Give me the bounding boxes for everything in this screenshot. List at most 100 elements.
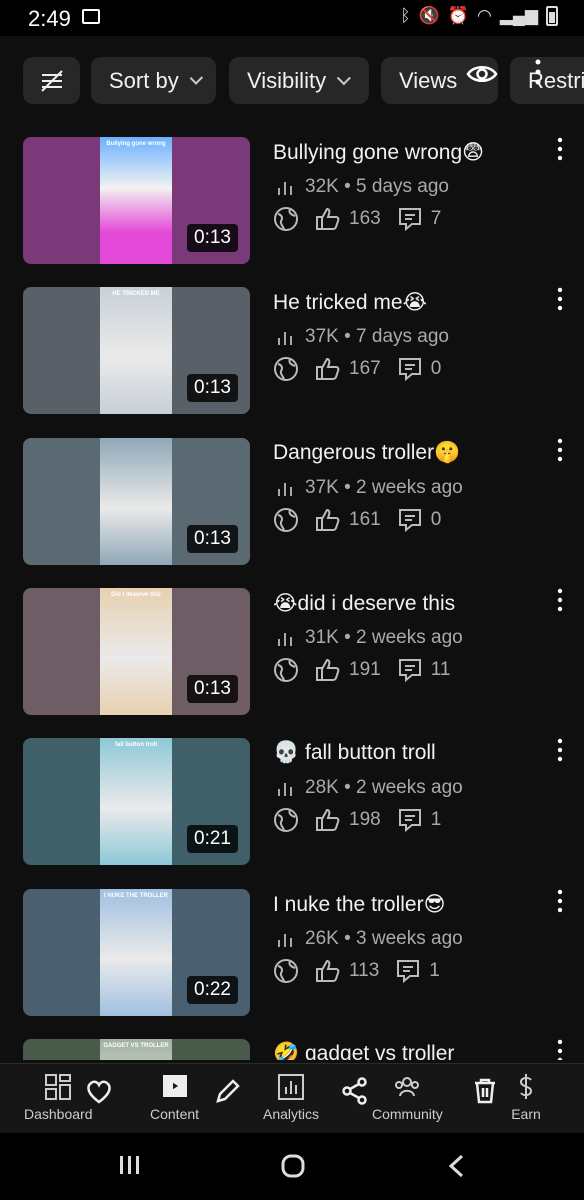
comment-icon: [398, 208, 421, 232]
comment-count: 7: [430, 208, 442, 229]
duration-badge: 0:22: [187, 976, 238, 1004]
thumbs-up-icon: [316, 808, 340, 831]
more-options-icon[interactable]: [556, 136, 564, 162]
globe-icon: [274, 658, 298, 682]
trash-icon[interactable]: [470, 1076, 500, 1106]
nav-earn[interactable]: Earn: [511, 1072, 541, 1122]
home-icon[interactable]: [280, 1153, 306, 1179]
status-icons: ᛒ 🔇 ⏰ ◠ ▂▄▆: [400, 6, 558, 26]
video-title[interactable]: 😭did i deserve this: [273, 591, 455, 616]
meta-separator: •: [338, 928, 357, 949]
views-label: Views: [399, 67, 458, 93]
duration-badge: 0:13: [187, 525, 238, 553]
video-title[interactable]: Bullying gone wrong😨: [273, 140, 484, 165]
video-meta: 37K • 2 weeks ago: [277, 477, 463, 499]
bar-chart-icon: [278, 483, 292, 496]
video-stats: 163 7: [273, 206, 457, 232]
nav-analytics-label: Analytics: [263, 1106, 320, 1122]
share-icon[interactable]: [340, 1076, 370, 1106]
upload-age: 7 days ago: [356, 326, 449, 347]
more-options-icon[interactable]: [556, 587, 564, 613]
content-icon: [162, 1075, 187, 1097]
more-options-icon[interactable]: [556, 437, 564, 463]
video-meta: 37K • 7 days ago: [277, 326, 449, 348]
video-title[interactable]: 💀 fall button troll: [273, 741, 436, 765]
restrictions-dropdown[interactable]: Restric: [510, 57, 584, 104]
thumbnail-image: HE TRICKED ME: [100, 287, 172, 414]
eye-icon[interactable]: [466, 63, 498, 85]
thumbs-up-icon: [316, 959, 340, 982]
chevron-down-icon: [189, 70, 204, 85]
bluetooth-icon: ᛒ: [400, 6, 411, 25]
meta-separator: •: [338, 326, 357, 347]
visibility-label: Visibility: [247, 67, 327, 93]
video-row[interactable]: I NUKE THE TROLLER 0:22 I nuke the troll…: [0, 882, 584, 1032]
meta-separator: •: [338, 477, 357, 498]
nav-earn-label: Earn: [511, 1106, 541, 1122]
more-options-icon[interactable]: [556, 286, 564, 312]
video-title[interactable]: I nuke the troller😎: [273, 892, 445, 917]
more-options-icon[interactable]: [534, 58, 542, 86]
thumbnail-caption: fall button troll: [115, 742, 157, 748]
filter-button[interactable]: [23, 57, 80, 104]
more-options-icon[interactable]: [556, 888, 564, 914]
nav-content-label: Content: [150, 1106, 200, 1122]
upload-age: 3 weeks ago: [356, 928, 463, 949]
earn-icon: [519, 1074, 533, 1099]
nav-analytics[interactable]: Analytics: [263, 1072, 319, 1122]
duration-badge: 0:13: [187, 224, 238, 252]
video-row[interactable]: fall button troll 0:21 💀 fall button tro…: [0, 731, 584, 881]
video-meta: 31K • 2 weeks ago: [277, 627, 463, 649]
thumbnail-caption: Bullying gone wrong: [106, 141, 166, 147]
mute-icon: 🔇: [418, 6, 440, 25]
visibility-dropdown[interactable]: Visibility: [229, 57, 369, 104]
gallery-notification-icon: [82, 9, 100, 24]
bar-chart-icon: [278, 783, 292, 796]
thumbnail-image: I NUKE THE TROLLER: [100, 889, 172, 1016]
community-icon: [395, 1077, 420, 1097]
comment-count: 11: [430, 659, 451, 680]
comment-count: 1: [430, 809, 442, 830]
video-thumbnail[interactable]: HE TRICKED ME 0:13: [23, 287, 250, 414]
back-icon[interactable]: [446, 1153, 466, 1179]
duration-badge: 0:21: [187, 825, 238, 853]
nav-community[interactable]: Community: [372, 1072, 443, 1122]
video-stats: 191 11: [273, 657, 466, 683]
video-thumbnail[interactable]: Bullying gone wrong 0:13: [23, 137, 250, 264]
video-thumbnail[interactable]: GADGET VS TROLLER: [23, 1039, 250, 1060]
comment-icon: [398, 509, 421, 533]
duration-badge: 0:13: [187, 675, 238, 703]
video-row[interactable]: GADGET VS TROLLER 🤣 gadget vs troller: [0, 1032, 584, 1060]
status-time: 2:49: [28, 6, 71, 31]
video-row[interactable]: HE TRICKED ME 0:13 He tricked me😭 37K • …: [0, 280, 584, 430]
bar-chart-icon: [278, 182, 292, 195]
view-count: 37K: [305, 326, 339, 347]
comment-icon: [398, 809, 421, 833]
video-thumbnail[interactable]: Did I deserve this 0:13: [23, 588, 250, 715]
video-thumbnail[interactable]: fall button troll 0:21: [23, 738, 250, 865]
video-row[interactable]: Did I deserve this 0:13 😭did i deserve t…: [0, 581, 584, 731]
more-options-icon[interactable]: [556, 737, 564, 763]
comment-count: 0: [430, 358, 442, 379]
filter-icon: [40, 69, 63, 92]
video-title[interactable]: He tricked me😭: [273, 290, 427, 315]
video-row[interactable]: Bullying gone wrong 0:13 Bullying gone w…: [0, 130, 584, 280]
video-title[interactable]: Dangerous troller🤫: [273, 441, 460, 465]
nav-content[interactable]: Content: [150, 1072, 199, 1122]
comment-icon: [397, 960, 420, 984]
like-count: 198: [349, 809, 381, 830]
video-title[interactable]: 🤣 gadget vs troller: [273, 1042, 454, 1060]
video-thumbnail[interactable]: 0:13: [23, 438, 250, 565]
more-options-icon[interactable]: [556, 1038, 564, 1060]
recent-apps-icon[interactable]: [118, 1153, 142, 1177]
upload-age: 5 days ago: [356, 176, 449, 197]
heart-icon[interactable]: [84, 1076, 114, 1106]
video-list: Bullying gone wrong 0:13 Bullying gone w…: [0, 130, 584, 1060]
video-thumbnail[interactable]: I NUKE THE TROLLER 0:22: [23, 889, 250, 1016]
video-stats: 161 0: [273, 507, 457, 533]
video-row[interactable]: 0:13 Dangerous troller🤫 37K • 2 weeks ag…: [0, 431, 584, 581]
nav-dashboard[interactable]: Dashboard: [24, 1072, 93, 1122]
sort-by-dropdown[interactable]: Sort by: [91, 57, 216, 104]
pencil-icon[interactable]: [213, 1076, 243, 1106]
view-count: 32K: [305, 176, 339, 197]
